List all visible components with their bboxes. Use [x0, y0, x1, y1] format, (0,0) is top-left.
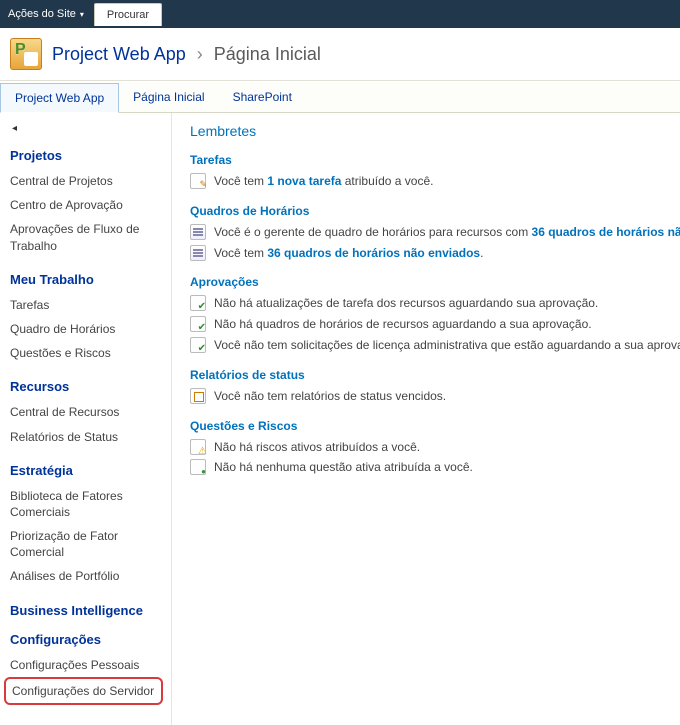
nav-group-heading[interactable]: Recursos: [10, 379, 165, 394]
reminder-text: Não há nenhuma questão ativa atribuída a…: [214, 459, 473, 476]
reminder-line: Não há quadros de horários de recursos a…: [190, 314, 666, 335]
reminder-text: Você tem 1 nova tarefa atribuído a você.: [214, 173, 433, 190]
reminder-line: Não há riscos ativos atribuídos a você.: [190, 437, 666, 458]
approve-icon: [190, 337, 206, 353]
reminder-text: Você não tem relatórios de status vencid…: [214, 388, 446, 405]
nav-link[interactable]: Priorização de Fator Comercial: [10, 524, 165, 564]
nav-link[interactable]: Configurações Pessoais: [10, 653, 165, 677]
reminder-line: Não há atualizações de tarefa dos recurs…: [190, 293, 666, 314]
approve-icon: [190, 316, 206, 332]
browse-tab[interactable]: Procurar: [94, 3, 162, 26]
nav-group-heading[interactable]: Configurações: [10, 632, 165, 647]
issue-icon: [190, 459, 206, 475]
caret-down-icon: ▾: [80, 10, 84, 19]
nav-link[interactable]: Configurações do Servidor: [4, 677, 163, 705]
approve-icon: [190, 295, 206, 311]
nav-link[interactable]: Quadro de Horários: [10, 317, 165, 341]
nav-group-heading[interactable]: Business Intelligence: [10, 603, 165, 618]
nav-group-heading[interactable]: Meu Trabalho: [10, 272, 165, 287]
nav-group-heading[interactable]: Estratégia: [10, 463, 165, 478]
breadcrumb: Project Web App › Página Inicial: [52, 44, 321, 65]
section-title[interactable]: Aprovações: [190, 275, 666, 289]
reminder-link[interactable]: 1 nova tarefa: [267, 174, 341, 188]
sheet-icon: [190, 245, 206, 261]
content-area: Lembretes Tarefas Você tem 1 nova tarefa …: [172, 113, 680, 725]
nav-link[interactable]: Central de Recursos: [10, 400, 165, 424]
reminder-line: Você não tem relatórios de status vencid…: [190, 386, 666, 407]
project-app-icon: [10, 38, 42, 70]
left-nav: ◂ Projetos Central de ProjetosCentro de A…: [0, 113, 172, 725]
nav-link[interactable]: Aprovações de Fluxo de Trabalho: [10, 217, 165, 257]
top-nav: Project Web AppPágina InicialSharePoint: [0, 83, 680, 113]
sheet-icon: [190, 224, 206, 240]
reminder-link[interactable]: 36 quadros de horários não enviados: [532, 225, 680, 239]
ribbon-bar: Ações do Site ▾ Procurar: [0, 0, 680, 28]
section-title[interactable]: Quadros de Horários: [190, 204, 666, 218]
nav-link[interactable]: Biblioteca de Fatores Comerciais: [10, 484, 165, 524]
reminder-text: Você é o gerente de quadro de horários p…: [214, 224, 680, 241]
nav-link[interactable]: Centro de Aprovação: [10, 193, 165, 217]
reminder-text: Você não tem solicitações de licença adm…: [214, 337, 680, 354]
breadcrumb-app[interactable]: Project Web App: [52, 44, 186, 64]
title-area: Project Web App › Página Inicial: [0, 28, 680, 81]
page-heading: Lembretes: [190, 123, 666, 139]
reminder-line: Você tem 1 nova tarefa atribuído a você.: [190, 171, 666, 192]
topnav-item[interactable]: SharePoint: [219, 83, 306, 112]
reminder-line: Você tem 36 quadros de horários não envi…: [190, 243, 666, 264]
task-icon: [190, 173, 206, 189]
reminder-text: Você tem 36 quadros de horários não envi…: [214, 245, 483, 262]
section-title[interactable]: Tarefas: [190, 153, 666, 167]
nav-back-icon[interactable]: ◂: [10, 121, 165, 142]
reminder-line: Não há nenhuma questão ativa atribuída a…: [190, 457, 666, 478]
reminder-line: Você não tem solicitações de licença adm…: [190, 335, 666, 356]
topnav-item[interactable]: Project Web App: [0, 83, 119, 113]
topnav-item[interactable]: Página Inicial: [119, 83, 218, 112]
nav-link[interactable]: Análises de Portfólio: [10, 564, 165, 588]
reminder-text: Não há quadros de horários de recursos a…: [214, 316, 592, 333]
site-actions-menu[interactable]: Ações do Site ▾: [0, 8, 92, 20]
site-actions-label: Ações do Site: [8, 8, 76, 20]
nav-link[interactable]: Tarefas: [10, 293, 165, 317]
section-title[interactable]: Relatórios de status: [190, 368, 666, 382]
reminder-text: Não há riscos ativos atribuídos a você.: [214, 439, 420, 456]
reminder-text: Não há atualizações de tarefa dos recurs…: [214, 295, 598, 312]
report-icon: [190, 388, 206, 404]
reminder-link[interactable]: 36 quadros de horários não enviados: [267, 246, 480, 260]
section-title[interactable]: Questões e Riscos: [190, 419, 666, 433]
risk-icon: [190, 439, 206, 455]
reminder-line: Você é o gerente de quadro de horários p…: [190, 222, 666, 243]
breadcrumb-separator-icon: ›: [197, 44, 203, 64]
breadcrumb-page: Página Inicial: [214, 44, 321, 64]
nav-link[interactable]: Questões e Riscos: [10, 341, 165, 365]
nav-link[interactable]: Relatórios de Status: [10, 425, 165, 449]
nav-group-heading[interactable]: Projetos: [10, 148, 165, 163]
nav-link[interactable]: Central de Projetos: [10, 169, 165, 193]
